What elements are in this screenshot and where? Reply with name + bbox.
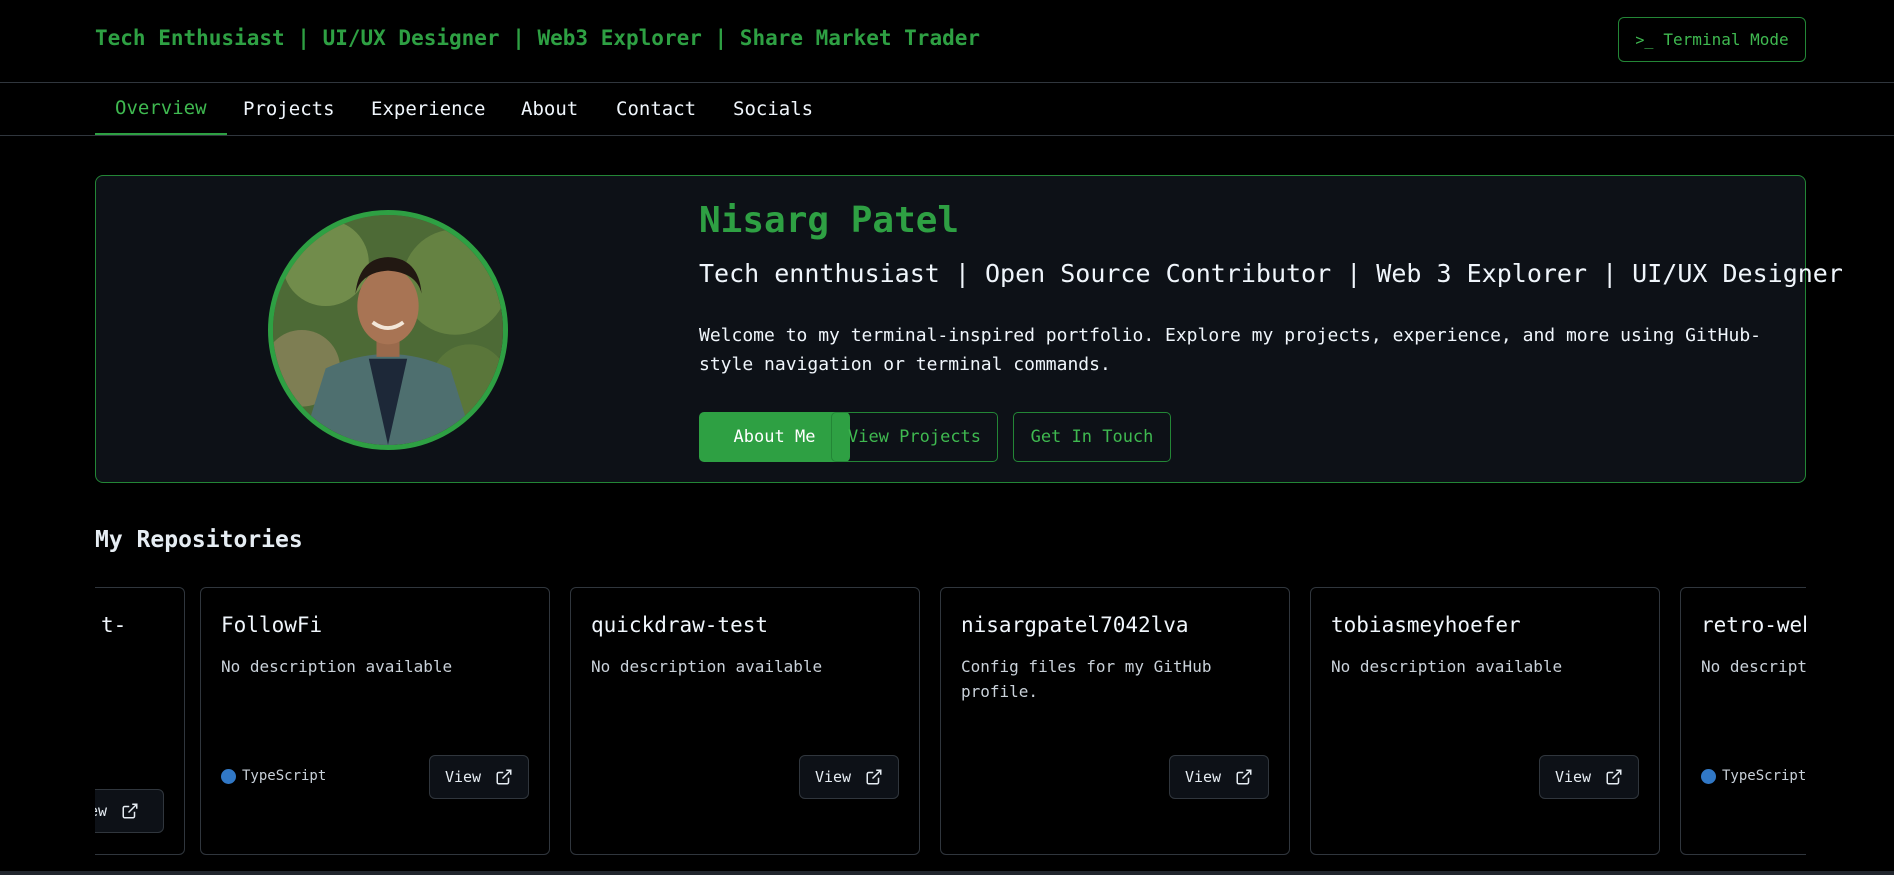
terminal-prompt-icon: >_ xyxy=(1635,30,1654,49)
profile-tagline: Tech ennthusiast | Open Source Contribut… xyxy=(699,259,1843,288)
external-link-icon xyxy=(1606,769,1622,785)
tab-overview[interactable]: Overview xyxy=(95,83,227,135)
terminal-mode-label: Terminal Mode xyxy=(1663,30,1789,49)
get-in-touch-button[interactable]: Get In Touch xyxy=(1013,412,1171,462)
profile-hero: Nisarg Patel Tech ennthusiast | Open Sou… xyxy=(95,175,1843,483)
repo-language-label: TypeScript xyxy=(242,768,327,784)
repo-card[interactable]: FollowFi No description available TypeSc… xyxy=(200,587,550,855)
repo-card[interactable]: tobiasmeyhoefer No description available… xyxy=(1310,587,1660,855)
profile-name: Nisarg Patel xyxy=(699,200,960,241)
repo-view-button[interactable]: View xyxy=(429,755,529,799)
tab-about[interactable]: About xyxy=(501,83,598,135)
repo-name: t- xyxy=(101,613,127,637)
tab-contact[interactable]: Contact xyxy=(596,83,716,135)
repo-view-label: ew xyxy=(95,802,108,820)
repo-description: No description available xyxy=(591,657,823,676)
tab-projects[interactable]: Projects xyxy=(223,83,355,135)
top-header: Tech Enthusiast | UI/UX Designer | Web3 … xyxy=(0,0,1894,83)
repo-language-label: TypeScript xyxy=(1722,768,1806,784)
repo-language: TypeScript xyxy=(1701,768,1806,784)
about-me-button[interactable]: About Me xyxy=(699,412,850,462)
profile-description: Welcome to my terminal-inspired portfoli… xyxy=(699,325,1762,375)
external-link-icon xyxy=(866,769,882,785)
repo-card[interactable]: quickdraw-test No description available … xyxy=(570,587,920,855)
repo-description: No description available xyxy=(221,657,453,676)
repo-card[interactable]: retro-web No description available TypeS… xyxy=(1680,587,1806,855)
external-link-icon xyxy=(496,769,512,785)
external-link-icon xyxy=(1236,769,1252,785)
avatar xyxy=(268,210,508,450)
repo-view-button[interactable]: View xyxy=(1539,755,1639,799)
repository-carousel[interactable]: t- ew FollowFi No description available … xyxy=(95,587,1806,855)
repo-name: nisargpatel7042lva xyxy=(961,613,1189,637)
repo-view-label: View xyxy=(1554,768,1592,786)
tab-socials[interactable]: Socials xyxy=(713,83,833,135)
repo-description: Config files for my GitHub profile. xyxy=(961,657,1212,701)
language-dot-icon xyxy=(1701,768,1716,784)
terminal-mode-button[interactable]: >_ Terminal Mode xyxy=(1618,17,1806,62)
repo-description: No description available xyxy=(1701,657,1806,676)
tab-experience[interactable]: Experience xyxy=(351,83,505,135)
repo-view-button[interactable]: ew xyxy=(95,789,164,833)
repo-language: TypeScript xyxy=(221,768,326,784)
language-dot-icon xyxy=(221,768,236,784)
nav-tabs: Overview Projects Experience About Conta… xyxy=(0,83,1894,136)
repo-view-label: View xyxy=(814,768,852,786)
repo-card[interactable]: t- ew xyxy=(95,587,185,855)
repo-name: quickdraw-test xyxy=(591,613,769,637)
repo-name: tobiasmeyhoefer xyxy=(1331,613,1521,637)
repo-view-label: View xyxy=(444,768,482,786)
repo-name: retro-web xyxy=(1701,613,1806,637)
repo-view-button[interactable]: View xyxy=(799,755,899,799)
site-title: Tech Enthusiast | UI/UX Designer | Web3 … xyxy=(95,26,981,50)
bottom-divider xyxy=(0,871,1894,875)
view-projects-button[interactable]: View Projects xyxy=(831,412,998,462)
repo-description: No description available xyxy=(1331,657,1563,676)
repo-view-label: View xyxy=(1184,768,1222,786)
repositories-heading: My Repositories xyxy=(95,527,303,553)
repo-card[interactable]: nisargpatel7042lva Config files for my G… xyxy=(940,587,1290,855)
avatar-portrait-image xyxy=(273,215,503,445)
repo-name: FollowFi xyxy=(221,613,323,637)
external-link-icon xyxy=(122,803,138,819)
repo-view-button[interactable]: View xyxy=(1169,755,1269,799)
